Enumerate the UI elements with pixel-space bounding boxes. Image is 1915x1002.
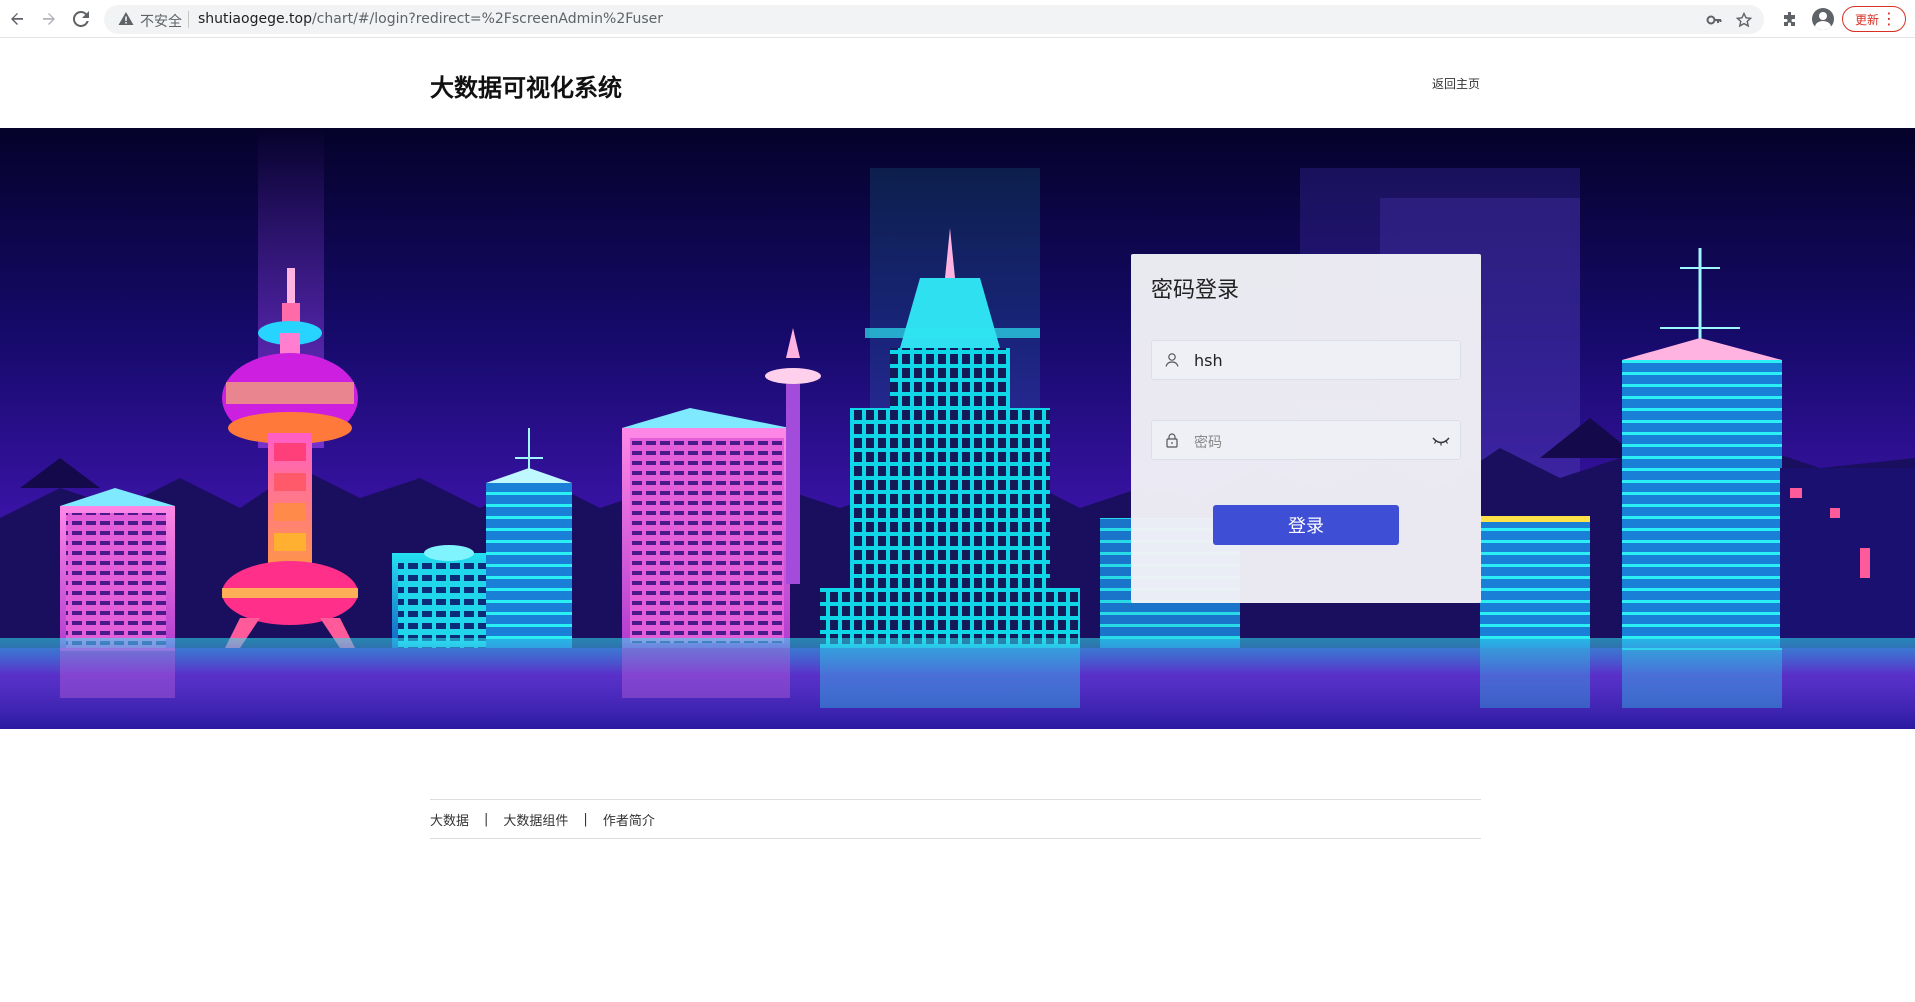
lock-icon (1166, 433, 1178, 448)
extensions-button[interactable] (1778, 7, 1802, 31)
url-path: /chart/#/login?redirect=%2FscreenAdmin%2… (311, 11, 664, 27)
arrow-left-icon (11, 13, 23, 25)
puzzle-icon (1784, 12, 1795, 26)
back-button[interactable] (4, 6, 30, 32)
update-label: 更新 (1855, 12, 1880, 27)
address-bar[interactable]: 不安全 shutiaogege.top/chart/#/login?redire… (104, 5, 1764, 34)
browser-toolbar: 不安全 shutiaogege.top/chart/#/login?redire… (0, 0, 1915, 38)
city-skyline-illustration (0, 128, 1915, 729)
footer-separator: | (583, 811, 588, 827)
url-text[interactable]: shutiaogege.top/chart/#/login?redirect=%… (198, 11, 663, 27)
arrow-right-icon (43, 13, 55, 25)
username-field[interactable]: hsh (1151, 340, 1461, 380)
footer-link-author[interactable]: 作者简介 (603, 810, 655, 829)
site-title: 大数据可视化系统 (430, 74, 622, 102)
password-field[interactable]: 密码 (1151, 420, 1461, 460)
reload-button[interactable] (68, 6, 94, 32)
key-icon (1706, 15, 1722, 25)
avatar-icon[interactable] (1812, 8, 1834, 30)
update-button[interactable]: 更新 ⋮ (1842, 6, 1906, 32)
login-title: 密码登录 (1151, 278, 1240, 303)
url-host: shutiaogege.top (198, 11, 312, 27)
eye-closed-icon[interactable] (1432, 433, 1450, 447)
site-header: 大数据可视化系统 返回主页 (0, 38, 1915, 128)
back-home-link[interactable]: 返回主页 (1432, 75, 1480, 92)
reload-icon (73, 11, 89, 27)
footer-link-components[interactable]: 大数据组件 (503, 810, 568, 829)
user-icon (1165, 353, 1179, 367)
star-icon (1736, 12, 1752, 28)
username-value: hsh (1194, 351, 1223, 370)
password-placeholder: 密码 (1194, 435, 1222, 451)
footer-separator: | (484, 811, 489, 827)
login-button[interactable]: 登录 (1213, 505, 1399, 545)
footer-link-bigdata[interactable]: 大数据 (430, 810, 469, 829)
forward-button[interactable] (36, 6, 62, 32)
hero-banner (0, 128, 1915, 729)
warning-icon (118, 12, 134, 25)
password-key-button[interactable] (1704, 10, 1724, 30)
footer-links: 大数据 | 大数据组件 | 作者简介 (430, 799, 1481, 839)
menu-dots-icon: ⋮ (1881, 9, 1897, 28)
security-label: 不安全 (140, 14, 182, 30)
bookmark-button[interactable] (1734, 10, 1754, 30)
address-separator (188, 11, 189, 28)
login-card: 密码登录 hsh 密码 登录 (1131, 254, 1481, 603)
